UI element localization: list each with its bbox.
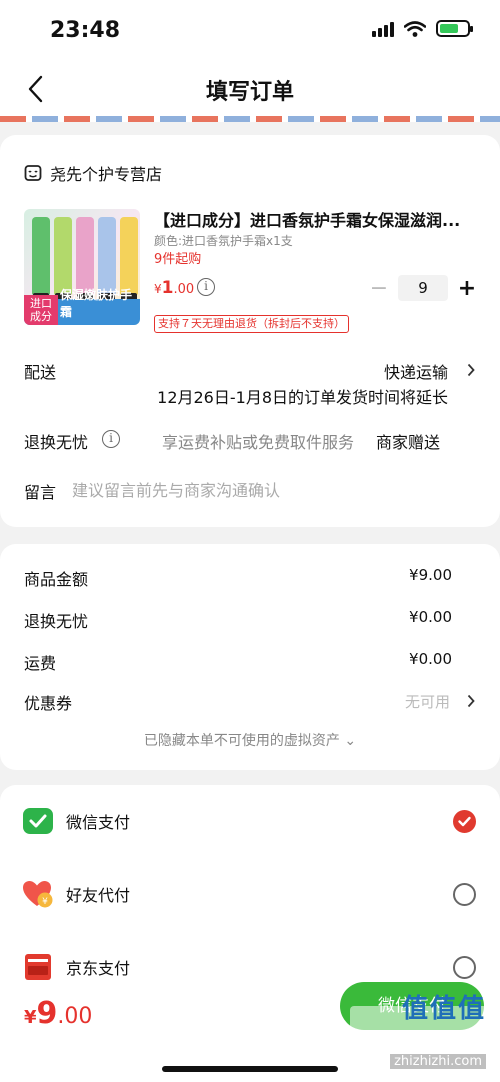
- status-time: 23:48: [50, 18, 121, 43]
- summary-label: 退换无忧: [24, 612, 89, 631]
- summary-label: 商品金额: [24, 570, 89, 589]
- battery-icon: [436, 20, 473, 37]
- product-image-badge: 进口 成分: [24, 295, 58, 325]
- payment-label: 微信支付: [66, 813, 131, 832]
- shop-icon: [24, 165, 42, 181]
- worry-free-info-icon[interactable]: i: [102, 430, 120, 448]
- payment-radio[interactable]: [453, 955, 476, 979]
- hidden-assets-toggle[interactable]: 已隐藏本单不可使用的虚拟资产 ⌄: [0, 730, 500, 750]
- total-decimal: .00: [57, 1004, 93, 1029]
- price-integer: 1: [161, 278, 174, 298]
- product-image[interactable]: 进口 成分 保湿嫩肤护手霜: [24, 209, 140, 325]
- worry-free-gift: 商家赠送: [376, 433, 441, 452]
- payment-radio[interactable]: [453, 882, 476, 906]
- jd-pay-icon: [25, 954, 51, 980]
- price-info-icon[interactable]: i: [197, 278, 215, 296]
- delivery-chevron-right-icon[interactable]: [464, 361, 478, 379]
- watermark-logo: 值值值: [401, 994, 486, 1024]
- coupon-label: 优惠券: [24, 694, 73, 713]
- watermark-url: zhizhizhi.com: [390, 1054, 486, 1069]
- order-total: ¥ 9 .00: [24, 996, 92, 1031]
- page-title: 填写订单: [205, 80, 294, 105]
- min-quantity-note: 9件起购: [154, 252, 202, 267]
- payment-option-friend[interactable]: ¥ 好友代付: [22, 874, 476, 914]
- summary-value: ¥0.00: [409, 650, 452, 668]
- quantity-stepper: − 9 +: [368, 275, 478, 301]
- payment-radio-checked[interactable]: [453, 809, 476, 833]
- delivery-delay-note: 12月26日-1月8日的订单发货时间将延长: [157, 388, 448, 407]
- quantity-input[interactable]: 9: [398, 275, 448, 301]
- friend-pay-icon: ¥: [23, 881, 53, 908]
- wechat-pay-icon: [23, 808, 53, 834]
- coupon-value[interactable]: 无可用: [405, 691, 450, 712]
- wifi-icon: [404, 20, 426, 37]
- status-icons: [372, 20, 473, 37]
- worry-free-label: 退换无忧: [24, 433, 89, 452]
- decrease-quantity-button[interactable]: −: [368, 276, 390, 301]
- price-currency: ¥: [154, 282, 162, 296]
- order-item-card: 尧先个护专营店 进口 成分 保湿嫩肤护手霜 【进口成分】进口香氛护手霜女保湿滋润…: [0, 135, 500, 527]
- nav-bar: 填写订单: [0, 62, 500, 116]
- summary-label: 运费: [24, 654, 57, 673]
- payment-option-wechat[interactable]: 微信支付: [22, 801, 476, 841]
- summary-row-shipping: 运费 ¥0.00: [24, 650, 452, 674]
- summary-value: ¥0.00: [409, 608, 452, 626]
- coupon-chevron-right-icon[interactable]: [464, 692, 478, 710]
- product-image-banner-text: 保湿嫩肤护手霜: [60, 288, 133, 319]
- summary-row-worry-free: 退换无忧 ¥0.00: [24, 608, 452, 632]
- summary-value: ¥9.00: [409, 566, 452, 584]
- home-indicator: [162, 1066, 338, 1072]
- memo-label: 留言: [24, 483, 57, 502]
- product-spec[interactable]: 颜色:进口香氛护手霜x1支: [154, 232, 293, 249]
- delivery-label: 配送: [24, 363, 57, 382]
- summary-row-goods: 商品金额 ¥9.00: [24, 566, 452, 590]
- product-price: ¥ 1 .00: [154, 278, 194, 298]
- price-decimal: .00: [173, 282, 195, 297]
- return-policy-tag: 支持７天无理由退货（拆封后不支持）: [154, 315, 349, 333]
- total-currency: ¥: [24, 1007, 37, 1028]
- delivery-method[interactable]: 快递运输: [384, 359, 448, 383]
- status-bar: 23:48: [0, 0, 500, 62]
- memo-input[interactable]: [72, 478, 472, 502]
- total-integer: 9: [36, 996, 58, 1031]
- worry-free-service: 享运费补贴或免费取件服务: [162, 433, 355, 452]
- shop-header[interactable]: 尧先个护专营店: [24, 161, 162, 185]
- svg-text:¥: ¥: [42, 897, 48, 907]
- checkmark-icon: [458, 816, 471, 826]
- airmail-stripe-divider: [0, 116, 500, 122]
- shop-name: 尧先个护专营店: [50, 165, 163, 184]
- payment-label: 好友代付: [66, 886, 131, 905]
- product-title[interactable]: 【进口成分】进口香氛护手霜女保湿滋润...: [154, 207, 484, 231]
- increase-quantity-button[interactable]: +: [456, 276, 478, 301]
- payment-label: 京东支付: [66, 959, 131, 978]
- cellular-signal-icon: [372, 21, 394, 37]
- price-summary-card: 商品金额 ¥9.00 退换无忧 ¥0.00 运费 ¥0.00 优惠券 无可用 已…: [0, 544, 500, 770]
